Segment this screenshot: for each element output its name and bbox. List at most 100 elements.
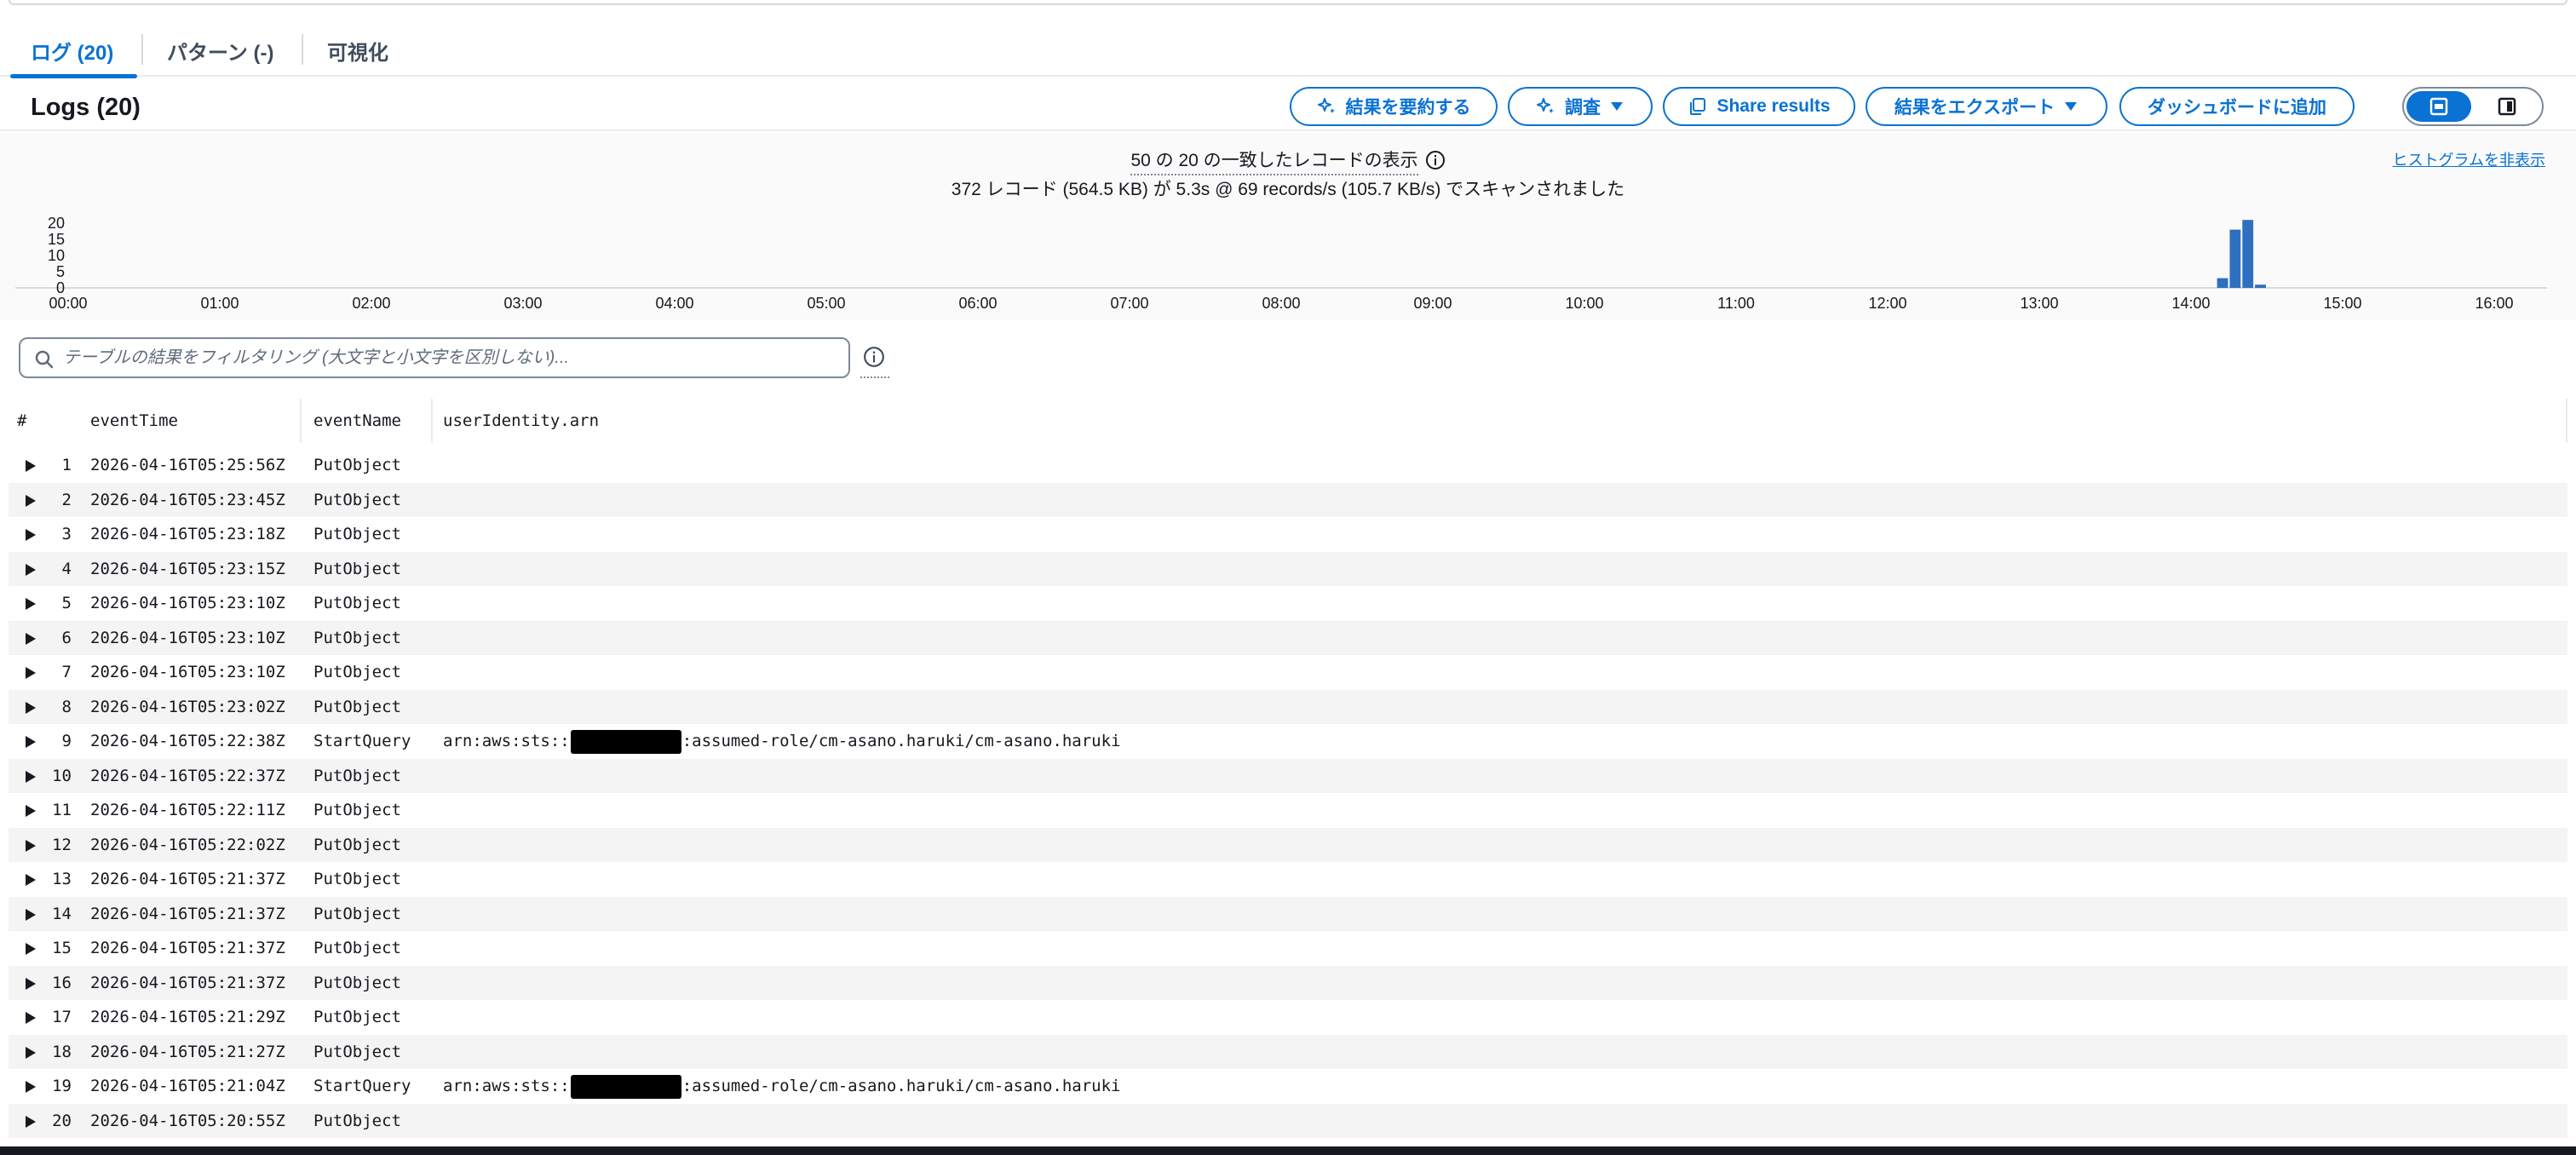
arn-suffix: :assumed-role/cm-asano.haruki/cm-asano.h… [681,732,1121,750]
expand-row-caret-icon[interactable] [26,494,36,507]
expand-row-caret-icon[interactable] [26,1046,36,1059]
expand-row-caret-icon[interactable] [26,943,36,955]
expand-row-caret-icon[interactable] [26,632,36,645]
filter-input[interactable] [63,346,830,370]
table-body: 1 2026-04-16T05:25:56Z PutObject 2 2026-04-1… [9,448,2567,1138]
column-header-eventname[interactable]: eventName [313,394,401,448]
cell-index: 19 [52,1077,72,1095]
table-row[interactable]: 12 2026-04-16T05:22:02Z PutObject [9,827,2567,862]
table-row[interactable]: 13 2026-04-16T05:21:37Z PutObject [9,862,2567,897]
expand-row-caret-icon[interactable] [26,977,36,990]
expand-row-caret-icon[interactable] [26,770,36,783]
histogram-bar[interactable] [2229,229,2241,288]
tab-logs[interactable]: ログ (20) [9,36,138,78]
records-matched-summary: 50 の 20 の一致したレコードの表示 [0,147,2576,175]
expand-row-caret-icon[interactable] [26,460,36,472]
table-row[interactable]: 9 2026-04-16T05:22:38Z StartQuery arn:aws:s… [9,724,2567,759]
table-row[interactable]: 11 2026-04-16T05:22:11Z PutObject [9,793,2567,828]
expand-row-caret-icon[interactable] [26,839,36,852]
expand-row-caret-icon[interactable] [26,805,36,817]
column-header-useridentity-arn[interactable]: userIdentity.arn [443,394,599,448]
y-tick-label: 15 [48,231,65,248]
results-table: # eventTime eventName userIdentity.arn 1… [9,394,2567,1138]
table-row[interactable]: 10 2026-04-16T05:22:37Z PutObject [9,758,2567,793]
expand-row-caret-icon[interactable] [26,874,36,886]
histogram-bar[interactable] [2217,278,2228,288]
expand-row-caret-icon[interactable] [26,701,36,714]
cell-eventname: PutObject [313,801,401,819]
x-tick-label: 10:00 [1565,295,1603,312]
expand-row-caret-icon[interactable] [26,563,36,576]
column-resizer[interactable] [300,399,302,443]
cell-eventname: PutObject [313,628,401,647]
expand-row-caret-icon[interactable] [26,529,36,541]
hide-histogram-link[interactable]: ヒストグラムを非表示 [2393,148,2545,170]
table-row[interactable]: 16 2026-04-16T05:21:37Z PutObject [9,965,2567,1000]
cell-index: 15 [52,939,72,957]
table-row[interactable]: 8 2026-04-16T05:23:02Z PutObject [9,689,2567,724]
y-tick-label: 0 [56,279,65,296]
expand-row-caret-icon[interactable] [26,1081,36,1093]
cell-index: 4 [61,559,72,578]
table-row[interactable]: 6 2026-04-16T05:23:10Z PutObject [9,620,2567,655]
cell-eventtime: 2026-04-16T05:23:10Z [90,628,285,647]
cell-eventtime: 2026-04-16T05:23:15Z [90,559,285,578]
share-results-label: Share results [1716,96,1831,116]
investigate-dropdown-button[interactable]: 調査 [1508,87,1653,126]
cell-eventtime: 2026-04-16T05:23:45Z [90,490,285,509]
cell-index: 13 [52,870,72,888]
arn-prefix: arn:aws:sts:: [443,732,570,750]
table-row[interactable]: 17 2026-04-16T05:21:29Z PutObject [9,1000,2567,1035]
summarize-results-button[interactable]: 結果を要約する [1290,87,1498,126]
filter-info-button[interactable] [860,344,889,378]
cell-eventtime: 2026-04-16T05:22:02Z [90,835,285,854]
split-view-toggle[interactable] [2475,91,2539,122]
cell-index: 20 [52,1111,72,1130]
table-row[interactable]: 3 2026-04-16T05:23:18Z PutObject [9,517,2567,552]
share-results-button[interactable]: Share results [1663,87,1855,126]
info-icon[interactable] [1425,150,1446,170]
histogram-bar[interactable] [2242,220,2254,288]
caret-down-icon [2065,102,2078,111]
column-resizer[interactable] [2566,399,2567,443]
table-row[interactable]: 15 2026-04-16T05:21:37Z PutObject [9,931,2567,966]
export-results-dropdown-button[interactable]: 結果をエクスポート [1866,87,2107,126]
expand-row-caret-icon[interactable] [26,667,36,679]
table-row[interactable]: 18 2026-04-16T05:21:27Z PutObject [9,1034,2567,1069]
x-tick-label: 07:00 [1110,295,1148,312]
expand-row-caret-icon[interactable] [26,598,36,610]
logs-header: Logs (20) 結果を要約する 調査 Share results 結果をエク… [0,78,2576,131]
table-row[interactable]: 4 2026-04-16T05:23:15Z PutObject [9,551,2567,586]
x-tick-label: 09:00 [1413,295,1452,312]
x-tick-label: 11:00 [1717,295,1755,312]
table-row[interactable]: 19 2026-04-16T05:21:04Z StartQuery arn:aws:… [9,1069,2567,1104]
cell-eventname: PutObject [313,663,401,681]
expand-row-caret-icon[interactable] [26,736,36,748]
expand-row-caret-icon[interactable] [26,1115,36,1128]
cell-eventname: PutObject [313,870,401,888]
x-tick-label: 12:00 [1868,295,1906,312]
column-resizer[interactable] [431,399,433,443]
column-header-eventtime[interactable]: eventTime [90,394,178,448]
table-row[interactable]: 1 2026-04-16T05:25:56Z PutObject [9,448,2567,483]
cell-eventtime: 2026-04-16T05:21:04Z [90,1077,285,1095]
expand-row-caret-icon[interactable] [26,1012,36,1024]
cell-index: 7 [61,663,72,681]
table-row[interactable]: 2 2026-04-16T05:23:45Z PutObject [9,482,2567,517]
x-tick-label: 13:00 [2020,295,2058,312]
table-row[interactable]: 5 2026-04-16T05:23:10Z PutObject [9,586,2567,621]
cell-eventtime: 2026-04-16T05:23:10Z [90,594,285,612]
x-tick-label: 08:00 [1262,295,1300,312]
add-to-dashboard-button[interactable]: ダッシュボードに追加 [2119,87,2355,126]
table-row[interactable]: 7 2026-04-16T05:23:10Z PutObject [9,655,2567,690]
table-row[interactable]: 20 2026-04-16T05:20:55Z PutObject [9,1103,2567,1138]
cell-eventtime: 2026-04-16T05:21:37Z [90,870,285,888]
tab-patterns[interactable]: パターン (-) [167,36,273,77]
cell-index: 6 [61,628,72,647]
table-view-toggle[interactable] [2406,91,2471,122]
tab-visualization[interactable]: 可視化 [327,36,388,77]
histogram-bar[interactable] [2255,284,2266,288]
cell-eventname: PutObject [313,835,401,854]
table-row[interactable]: 14 2026-04-16T05:21:37Z PutObject [9,896,2567,931]
expand-row-caret-icon[interactable] [26,908,36,921]
